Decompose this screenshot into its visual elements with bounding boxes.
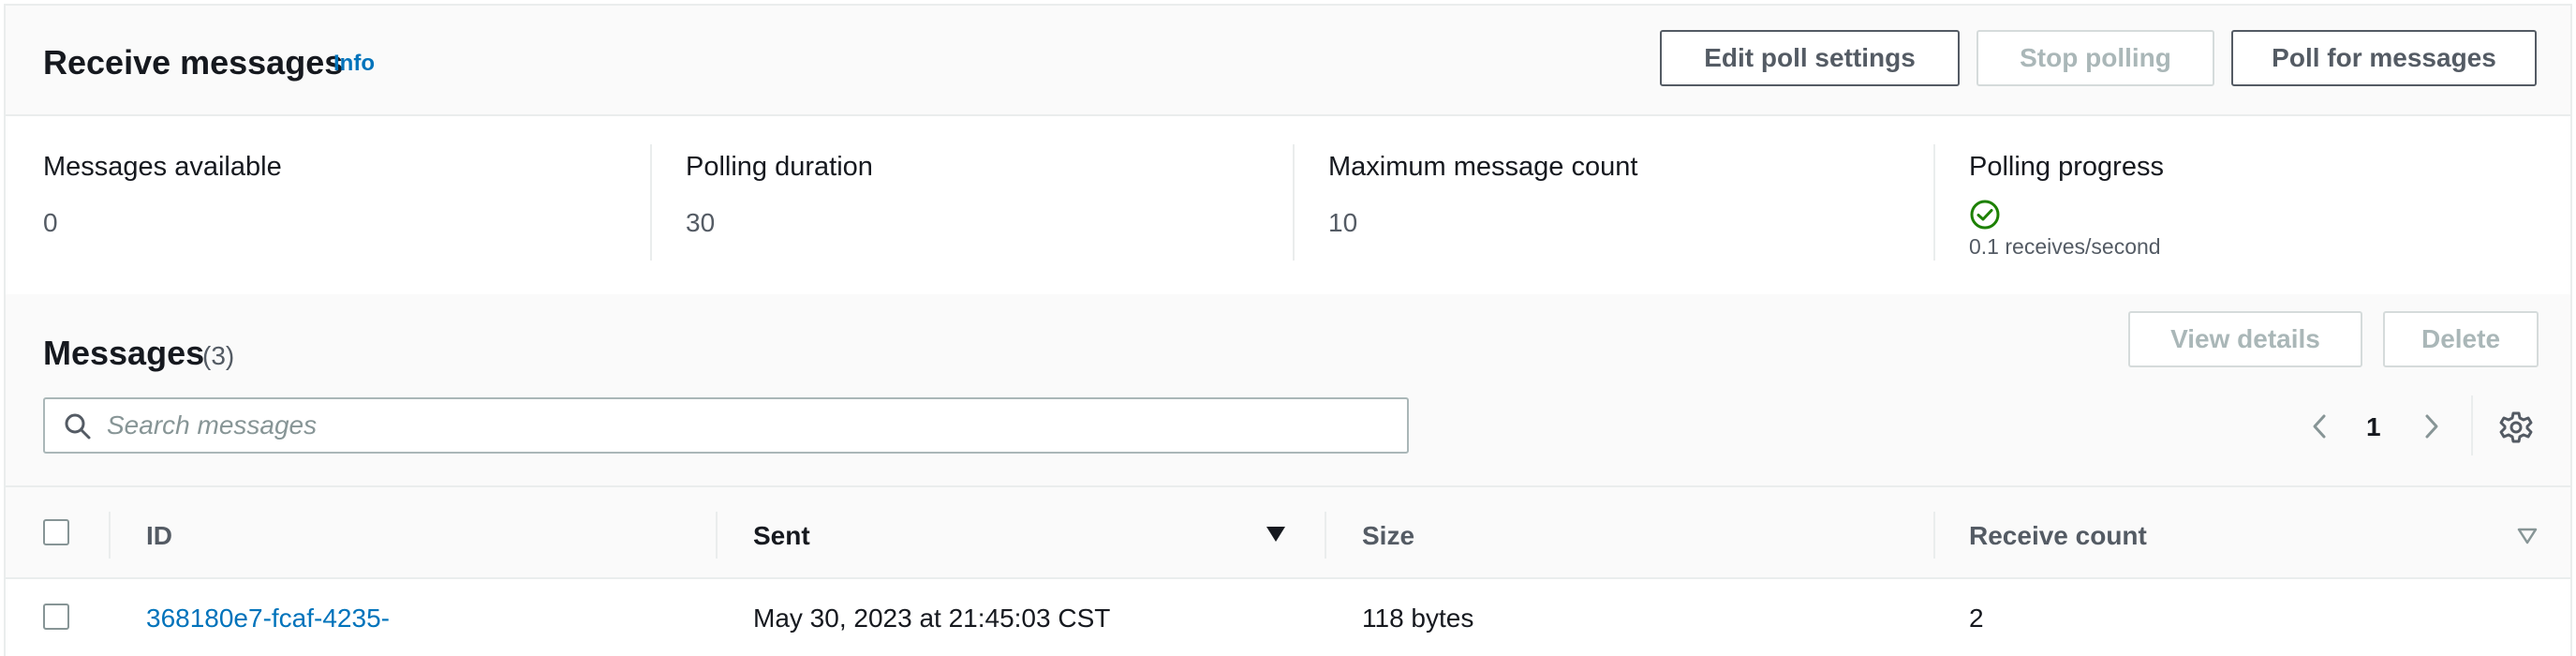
message-size-cell: 118 bytes xyxy=(1362,604,1474,633)
stat-divider xyxy=(1293,144,1295,261)
sort-descending-icon[interactable] xyxy=(1265,525,1287,544)
message-receive-count-cell: 2 xyxy=(1969,604,1984,633)
gear-icon[interactable] xyxy=(2499,410,2533,444)
delete-button[interactable]: Delete xyxy=(2383,311,2539,367)
poll-for-messages-button[interactable]: Poll for messages xyxy=(2231,30,2537,86)
column-header-id[interactable]: ID xyxy=(146,521,172,551)
stat-messages-available: Messages available 0 xyxy=(43,116,643,294)
messages-count: (3) xyxy=(202,341,235,370)
search-box xyxy=(43,397,1409,454)
row-checkbox[interactable] xyxy=(43,604,69,630)
column-divider xyxy=(1933,512,1935,559)
stat-label: Messages available xyxy=(43,152,282,182)
column-divider xyxy=(1325,512,1326,559)
messages-table-header: ID Sent Size Receive count xyxy=(6,485,2570,579)
stat-polling-progress: Polling progress 0.1 receives/second xyxy=(1969,116,2550,294)
edit-poll-settings-button[interactable]: Edit poll settings xyxy=(1660,30,1960,86)
stat-divider xyxy=(650,144,652,261)
success-check-icon xyxy=(1970,200,2000,230)
table-row: 368180e7-fcaf-4235- May 30, 2023 at 21:4… xyxy=(6,579,2570,656)
pager-divider xyxy=(2471,395,2473,455)
stat-maximum-message-count: Maximum message count 10 xyxy=(1328,116,1928,294)
column-divider xyxy=(716,512,718,559)
column-header-receive-count[interactable]: Receive count xyxy=(1969,521,2147,551)
stat-label: Polling duration xyxy=(686,152,873,182)
polling-stats: Messages available 0 Polling duration 30… xyxy=(6,116,2570,294)
chevron-right-icon[interactable] xyxy=(2417,412,2445,440)
select-all-checkbox[interactable] xyxy=(43,519,69,545)
info-link[interactable]: Info xyxy=(333,51,375,77)
sort-caret-icon[interactable] xyxy=(2516,527,2539,545)
stat-value: 30 xyxy=(686,208,716,237)
current-page-number[interactable]: 1 xyxy=(2366,412,2381,442)
receive-messages-header: Receive messages Info Edit poll settings… xyxy=(6,6,2570,116)
stat-value: 10 xyxy=(1328,208,1358,237)
stat-label: Maximum message count xyxy=(1328,152,1638,182)
column-divider xyxy=(109,512,111,559)
search-icon xyxy=(65,413,91,440)
stop-polling-button[interactable]: Stop polling xyxy=(1976,30,2214,86)
chevron-left-icon[interactable] xyxy=(2306,412,2334,440)
stat-divider xyxy=(1933,144,1935,261)
column-header-size[interactable]: Size xyxy=(1362,521,1414,551)
message-sent-cell: May 30, 2023 at 21:45:03 CST xyxy=(753,604,1111,633)
page-title: Receive messages xyxy=(43,43,344,82)
polling-rate: 0.1 receives/second xyxy=(1969,234,2161,259)
column-header-sent[interactable]: Sent xyxy=(753,521,810,551)
view-details-button[interactable]: View details xyxy=(2128,311,2362,367)
receive-messages-panel: Receive messages Info Edit poll settings… xyxy=(4,4,2572,656)
stat-polling-duration: Polling duration 30 xyxy=(686,116,1285,294)
search-input[interactable] xyxy=(107,399,1399,452)
stat-value: 0 xyxy=(43,208,58,237)
stat-label: Polling progress xyxy=(1969,152,2164,182)
messages-title: Messages xyxy=(43,334,205,372)
message-id-link[interactable]: 368180e7-fcaf-4235- xyxy=(146,604,390,634)
